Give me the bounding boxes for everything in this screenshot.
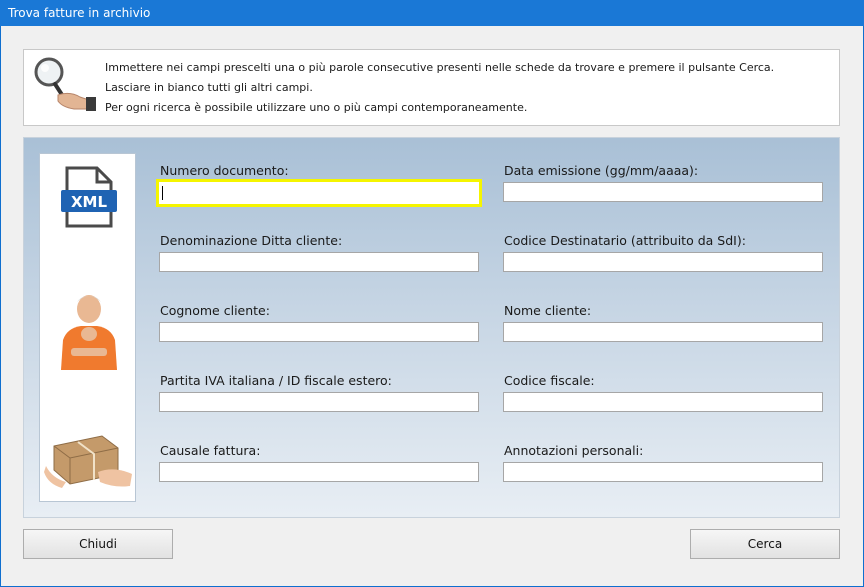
partita-iva-input[interactable] [159, 392, 479, 412]
label-codice-fiscale: Codice fiscale: [504, 373, 595, 388]
label-denominazione: Denominazione Ditta cliente: [160, 233, 343, 248]
info-line-2: Lasciare in bianco tutti gli altri campi… [105, 81, 313, 94]
annotazioni-input[interactable] [503, 462, 823, 482]
label-codice-destinatario: Codice Destinatario (attribuito da SdI): [504, 233, 746, 248]
package-icon [44, 435, 132, 488]
illustration-strip: XML [39, 153, 136, 502]
search-button[interactable]: Cerca [690, 529, 840, 559]
data-emissione-input[interactable] [503, 182, 823, 202]
xml-file-icon: XML [61, 166, 117, 228]
label-nome: Nome cliente: [504, 303, 592, 318]
customer-photo-icon [61, 295, 117, 370]
label-annotazioni: Annotazioni personali: [504, 443, 644, 458]
codice-fiscale-input[interactable] [503, 392, 823, 412]
info-line-1: Immettere nei campi prescelti una o più … [105, 61, 775, 74]
window-title: Trova fatture in archivio [8, 6, 151, 20]
codice-destinatario-input[interactable] [503, 252, 823, 272]
close-button[interactable]: Chiudi [23, 529, 173, 559]
info-line-3: Per ogni ricerca è possibile utilizzare … [105, 101, 528, 114]
xml-icon-text: XML [71, 193, 107, 211]
label-data-emissione: Data emissione (gg/mm/aaaa): [504, 163, 699, 178]
label-cognome: Cognome cliente: [160, 303, 270, 318]
causale-input[interactable] [159, 462, 479, 482]
info-text: Immettere nei campi prescelti una o più … [105, 58, 835, 118]
label-numero-documento: Numero documento: [160, 163, 289, 178]
numero-documento-input[interactable] [156, 179, 482, 207]
denominazione-input[interactable] [159, 252, 479, 272]
label-causale: Causale fattura: [160, 443, 261, 458]
label-partita-iva: Partita IVA italiana / ID fiscale estero… [160, 373, 392, 388]
window-titlebar: Trova fatture in archivio [0, 0, 864, 26]
magnifier-hand-icon [34, 57, 96, 111]
text-caret [162, 186, 163, 200]
cognome-input[interactable] [159, 322, 479, 342]
nome-input[interactable] [503, 322, 823, 342]
